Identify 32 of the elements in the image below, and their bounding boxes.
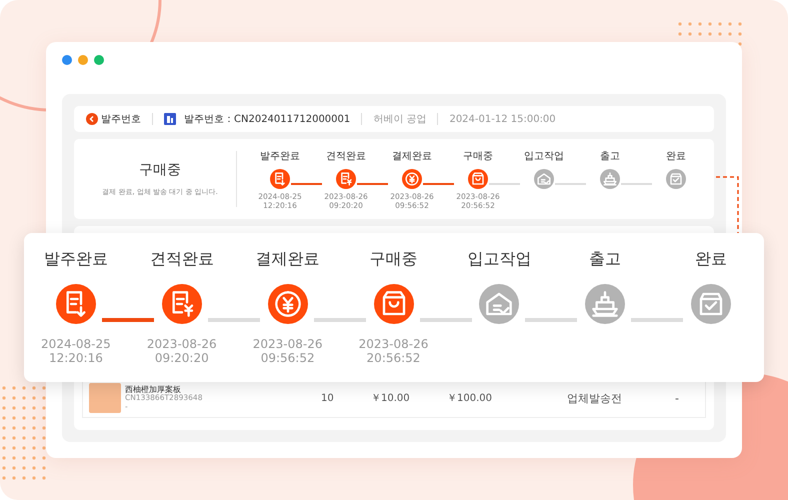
action-cell: -	[675, 392, 679, 404]
step-label: 견적완료	[150, 249, 214, 270]
step-time: 2023-08-26 09:56:52	[252, 338, 323, 366]
product-name: 西柚橙加厚案板	[125, 384, 181, 394]
status-title: 구매중	[139, 161, 181, 179]
company-name: 허베이 공업	[373, 113, 426, 126]
order-number: 발주번호：CN2024011712000001	[184, 113, 350, 126]
step-label: 입고작업	[524, 150, 564, 162]
step-label: 결제완료	[392, 150, 432, 162]
step-label: 완료	[666, 150, 686, 162]
document-icon	[164, 113, 176, 125]
step-label: 견적완료	[326, 150, 366, 162]
step-time: 2023-08-26 20:56:52	[358, 338, 428, 366]
unit-price-cell-text: ￥10.00	[371, 392, 411, 405]
back-button[interactable]: 발주번호	[86, 112, 141, 126]
step-label: 결제완료	[256, 249, 320, 270]
step-label: 출고	[600, 150, 620, 162]
step-time: 2023-08-26 09:20:20	[146, 338, 217, 366]
step-label: 발주완료	[260, 150, 300, 162]
step-label: 구매중	[463, 150, 493, 162]
step-label: 입고작업	[467, 249, 532, 270]
step-label: 출고	[589, 249, 622, 270]
order-datetime: 2024-01-12 15:00:00	[449, 114, 556, 124]
back-icon	[86, 113, 98, 125]
step-time: 2024-08-25 12:20:16	[41, 338, 111, 366]
step-label: 완료	[695, 249, 728, 270]
status-cell-text: 업체발송전	[567, 390, 623, 406]
step-label: 발주완료	[44, 249, 108, 270]
total-cell-text: ￥100.00	[447, 392, 493, 405]
quantity-cell-text: 10	[321, 392, 335, 404]
step-label: 구매중	[370, 249, 418, 270]
photo-placeholder	[89, 383, 121, 413]
